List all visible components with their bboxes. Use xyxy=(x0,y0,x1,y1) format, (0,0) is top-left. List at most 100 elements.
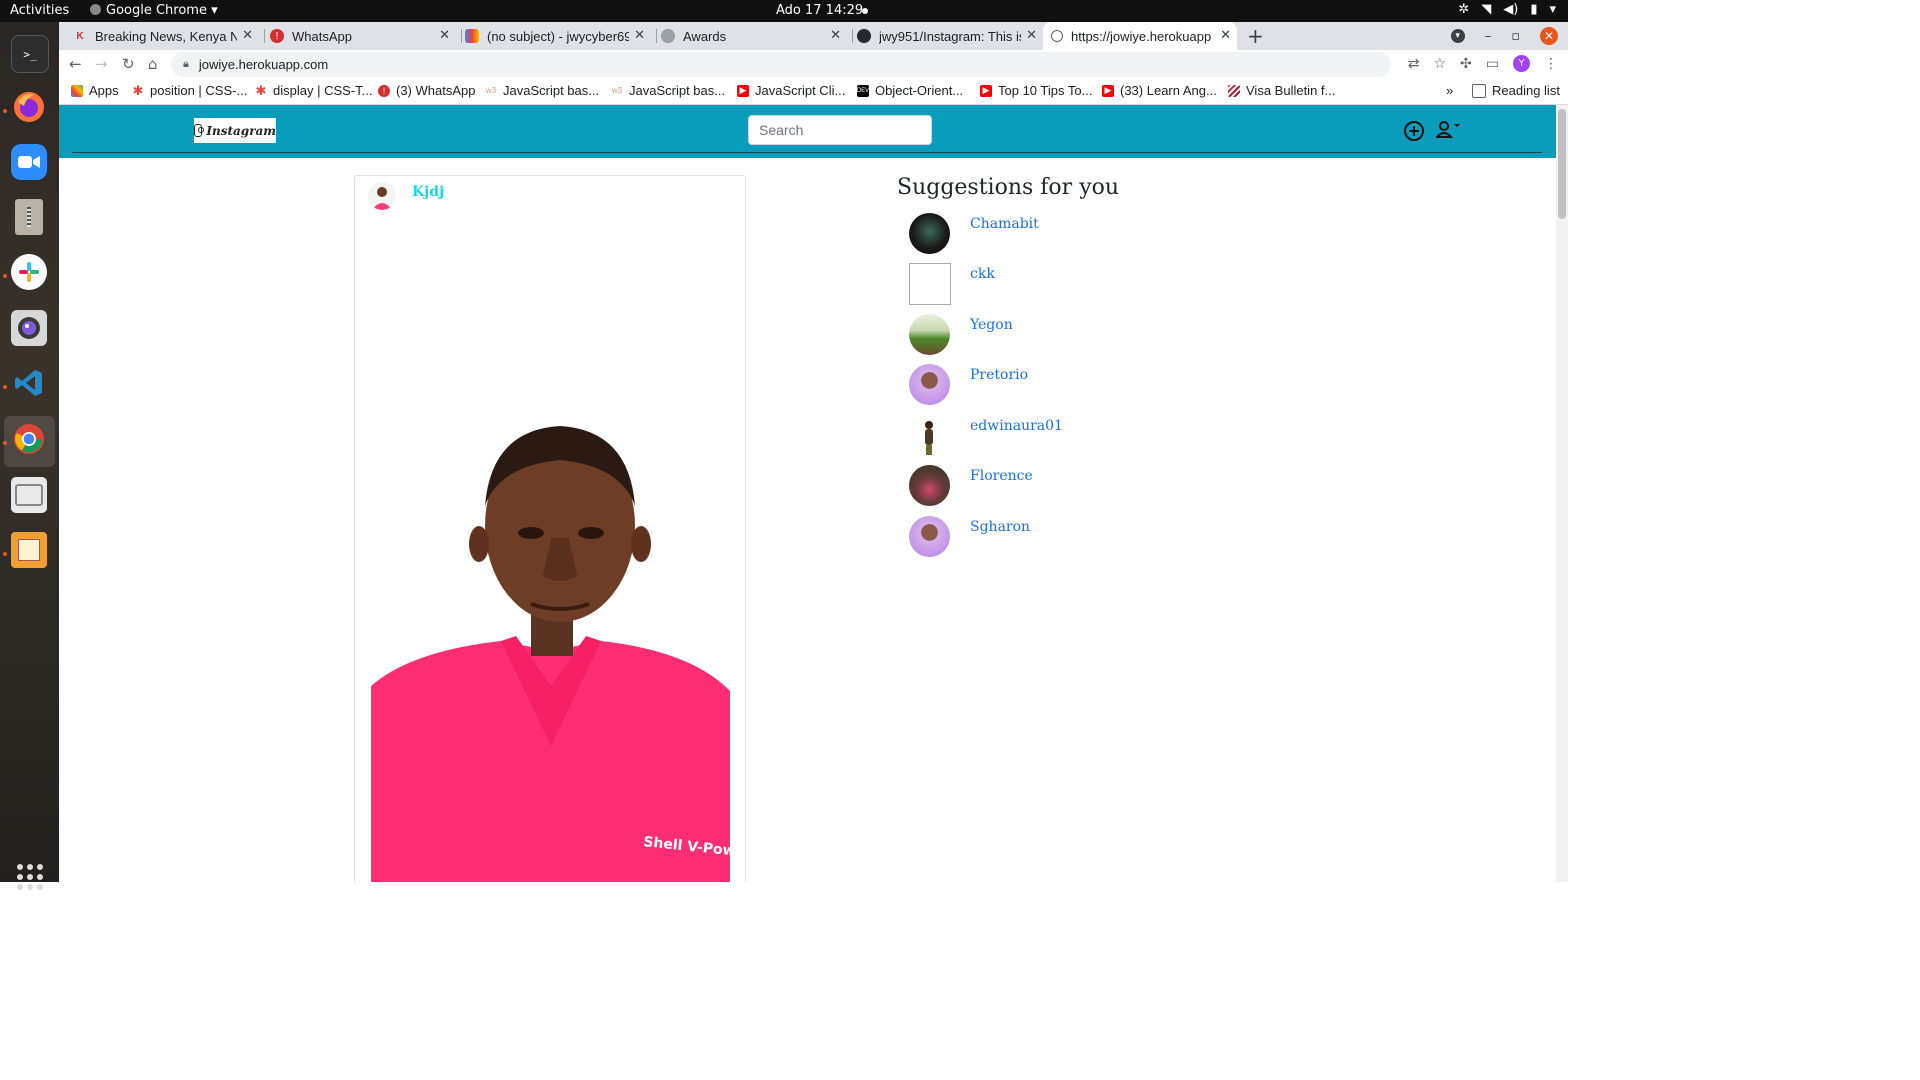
instagram-logo[interactable]: Instagram xyxy=(194,118,276,143)
minimize-icon[interactable]: – xyxy=(1485,29,1492,44)
suggestion-name[interactable]: Yegon xyxy=(970,317,1013,333)
tab-whatsapp[interactable]: ! WhatsApp ✕ xyxy=(270,22,456,50)
suggestion-avatar[interactable] xyxy=(909,516,950,557)
suggestion-avatar[interactable] xyxy=(909,465,950,506)
bookmark-item[interactable]: Visa Bulletin f... xyxy=(1228,83,1335,98)
gmail-icon xyxy=(465,29,479,43)
bookmark-item[interactable]: DEV Object-Orient... xyxy=(857,83,963,98)
clock[interactable]: Ado 17 14:29 xyxy=(776,3,863,18)
suggestion-avatar[interactable] xyxy=(909,415,950,456)
vscode-icon[interactable] xyxy=(11,365,47,401)
tab-github[interactable]: jwy951/Instagram: This is ✕ xyxy=(857,22,1043,50)
zoom-icon[interactable] xyxy=(11,144,47,180)
cast-icon[interactable]: ▭ xyxy=(1486,56,1499,72)
tab-jowiye-active[interactable]: https://jowiye.herokuapp ✕ xyxy=(1043,22,1237,50)
bookmarks-overflow[interactable]: » xyxy=(1446,83,1453,98)
suggestion-name[interactable]: Sgharon xyxy=(970,519,1030,535)
slack-icon[interactable] xyxy=(11,254,47,290)
translate-icon[interactable]: ⇄ xyxy=(1408,56,1420,72)
post-username[interactable]: Kjdj xyxy=(412,184,444,200)
terminal-icon[interactable]: >_ xyxy=(11,35,49,73)
close-icon[interactable]: ✕ xyxy=(830,27,841,43)
suggestion-avatar[interactable] xyxy=(909,314,950,355)
reading-list-icon xyxy=(1472,83,1486,98)
system-tray[interactable]: ✲ ◥ ◀) ▮ ▾ xyxy=(1458,2,1556,17)
reload-icon[interactable]: ↻ xyxy=(122,55,135,73)
post-photo[interactable]: Shell V-Power xyxy=(371,426,745,882)
close-icon[interactable]: ✕ xyxy=(439,27,450,43)
bookmark-item[interactable]: ▶ JavaScript Cli... xyxy=(737,83,845,98)
suggestion-name[interactable]: Pretorio xyxy=(970,367,1028,383)
close-icon[interactable]: ✕ xyxy=(634,27,645,43)
tab-breaking-news[interactable]: K Breaking News, Kenya Ne ✕ xyxy=(73,22,259,50)
reading-list[interactable]: Reading list xyxy=(1472,83,1560,98)
archive-icon[interactable] xyxy=(15,199,43,235)
scrollbar-thumb[interactable] xyxy=(1558,109,1566,219)
address-bar[interactable]: 🔒︎ jowiye.herokuapp.com xyxy=(171,52,1391,77)
suggestion-avatar[interactable] xyxy=(909,213,950,254)
close-icon[interactable]: ✕ xyxy=(1220,27,1231,43)
tab-search-icon[interactable]: ▾ xyxy=(1450,29,1465,43)
image-viewer-icon[interactable] xyxy=(11,532,47,568)
bookmark-item[interactable]: ▶ Top 10 Tips To... xyxy=(980,83,1092,98)
bookmark-star-icon[interactable]: ☆ xyxy=(1433,56,1446,72)
bookmark-item[interactable]: ▶ (33) Learn Ang... xyxy=(1102,83,1217,98)
suggestion-item: Sgharon xyxy=(909,516,1209,558)
bookmark-item[interactable]: w3 JavaScript bas... xyxy=(611,83,725,98)
suggestion-name[interactable]: Florence xyxy=(970,468,1033,484)
chrome-small-icon xyxy=(90,4,101,15)
chrome-icon[interactable] xyxy=(11,421,47,457)
volume-icon[interactable]: ◀) xyxy=(1503,2,1518,17)
firefox-icon[interactable] xyxy=(11,89,47,125)
app-name: Google Chrome xyxy=(106,3,207,18)
page-scrollbar[interactable] xyxy=(1556,105,1568,882)
new-tab-button[interactable]: + xyxy=(1247,24,1264,48)
activities-button[interactable]: Activities xyxy=(10,3,69,18)
bookmark-label: Object-Orient... xyxy=(875,83,964,98)
home-icon[interactable]: ⌂ xyxy=(148,55,158,73)
suggestion-item: Pretorio xyxy=(909,364,1209,406)
bookmark-item[interactable]: w3 JavaScript bas... xyxy=(485,83,599,98)
bookmark-apps[interactable]: Apps xyxy=(71,83,119,98)
tab-awards[interactable]: Awards ✕ xyxy=(661,22,847,50)
user-menu-icon[interactable] xyxy=(1434,120,1460,140)
tab-gmail[interactable]: (no subject) - jwycyber69 ✕ xyxy=(465,22,651,50)
tab-title: WhatsApp xyxy=(292,28,352,44)
suggestion-name[interactable]: edwinaura01 xyxy=(970,418,1063,434)
lock-icon[interactable]: 🔒︎ xyxy=(183,58,189,71)
slack-tray-icon[interactable]: ✲ xyxy=(1458,2,1469,17)
close-icon[interactable]: ✕ xyxy=(1026,27,1037,43)
tab-title: Awards xyxy=(683,28,727,44)
back-icon[interactable]: ← xyxy=(69,55,82,73)
broken-image-icon[interactable] xyxy=(909,263,951,305)
wifi-icon[interactable]: ◥ xyxy=(1481,2,1491,17)
close-window-icon[interactable]: ✕ xyxy=(1540,27,1558,45)
dev-icon: DEV xyxy=(857,84,869,97)
bookmark-item[interactable]: ✱ display | CSS-T... xyxy=(255,83,373,99)
tab-strip: K Breaking News, Kenya Ne ✕ ! WhatsApp ✕… xyxy=(59,22,1568,50)
bookmark-item[interactable]: ! (3) WhatsApp xyxy=(378,83,475,98)
chevron-down-icon[interactable]: ▾ xyxy=(1549,2,1556,17)
battery-icon[interactable]: ▮ xyxy=(1530,2,1537,17)
restore-icon[interactable]: ▫ xyxy=(1511,29,1520,44)
suggestion-name[interactable]: Chamabit xyxy=(970,216,1039,232)
suggestion-avatar[interactable] xyxy=(909,364,950,405)
close-icon[interactable]: ✕ xyxy=(242,27,253,43)
system-top-bar: Activities Google Chrome ▾ Ado 17 14:29 … xyxy=(0,0,1568,22)
files-icon[interactable] xyxy=(11,477,47,513)
extensions-icon[interactable]: ✣ xyxy=(1460,56,1472,72)
profile-avatar[interactable]: Y xyxy=(1513,55,1530,72)
url-text[interactable]: jowiye.herokuapp.com xyxy=(199,57,328,72)
camera-app-icon[interactable] xyxy=(11,310,47,346)
bookmark-item[interactable]: ✱ position | CSS-... xyxy=(132,83,248,99)
more-menu-icon[interactable]: ⋮ xyxy=(1544,56,1558,72)
whatsapp-icon: ! xyxy=(270,29,284,43)
search-input[interactable] xyxy=(748,115,932,145)
app-menu[interactable]: Google Chrome ▾ xyxy=(90,3,218,18)
forward-icon[interactable]: → xyxy=(95,55,108,73)
globe-icon xyxy=(1051,30,1063,42)
suggestion-name[interactable]: ckk xyxy=(970,266,995,282)
show-applications-icon[interactable] xyxy=(17,864,43,890)
post-author-avatar[interactable] xyxy=(368,182,396,210)
add-post-icon[interactable] xyxy=(1404,121,1424,141)
